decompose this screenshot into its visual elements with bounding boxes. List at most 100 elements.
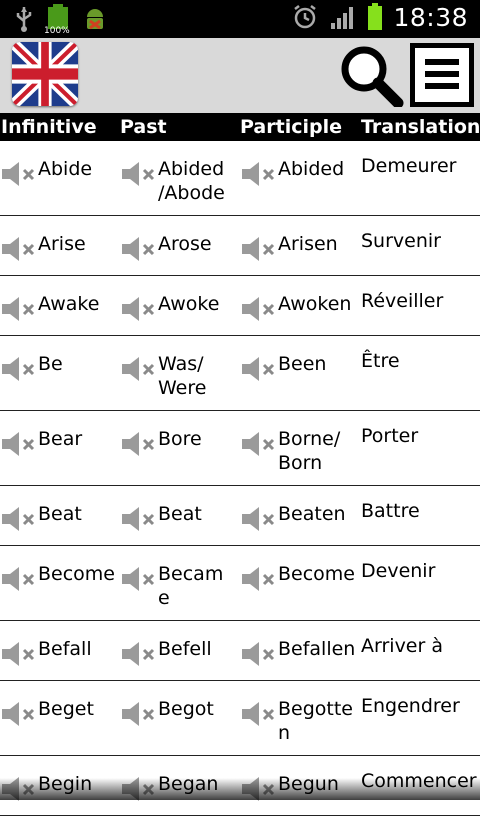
table-row[interactable]: Beget Begot Begotte n Engendrer (0, 681, 480, 756)
speaker-muted-icon[interactable] (240, 295, 276, 323)
past-text: Begot (158, 697, 214, 721)
speaker-muted-icon[interactable] (0, 295, 36, 323)
clock-time: 18:38 (393, 2, 468, 32)
table-row[interactable]: Awake Awoke Awoken Réveiller (0, 276, 480, 336)
participle-cell: Awoken (240, 292, 351, 323)
speaker-muted-icon[interactable] (240, 700, 276, 728)
infinitive-text: Awake (38, 292, 99, 316)
participle-text: Borne/Born (278, 427, 340, 475)
past-line: Arose (158, 233, 212, 255)
speaker-muted-icon[interactable] (120, 640, 156, 668)
past-line: Becam (158, 563, 224, 585)
past-text: Beat (158, 502, 202, 526)
infinitive-line: Beget (38, 698, 94, 720)
speaker-muted-icon[interactable] (240, 160, 276, 188)
participle-line: Awoken (278, 293, 352, 315)
translation-text: Porter (361, 425, 419, 447)
infinitive-text: Beget (38, 697, 94, 721)
speaker-muted-icon[interactable] (0, 640, 36, 668)
infinitive-line: Bear (38, 428, 83, 450)
battery-icon (367, 2, 383, 32)
speaker-muted-icon[interactable] (240, 505, 276, 533)
infinitive-line: Become (38, 563, 115, 585)
header-infinitive: Infinitive (1, 116, 97, 138)
translation-text: Battre (361, 500, 420, 522)
menu-button[interactable] (410, 43, 474, 107)
speaker-muted-icon[interactable] (0, 430, 36, 458)
infinitive-line: Begin (38, 773, 93, 795)
speaker-muted-icon[interactable] (120, 505, 156, 533)
search-icon (341, 46, 404, 109)
speaker-muted-icon[interactable] (0, 355, 36, 383)
speaker-muted-icon[interactable] (120, 295, 156, 323)
speaker-muted-icon[interactable] (0, 235, 36, 263)
table-row[interactable]: Abide Abided/Abode Abided Demeurer (0, 141, 480, 216)
column-header: Infinitive Past Participle Translation (0, 113, 480, 141)
infinitive-cell: Arise (0, 232, 86, 263)
speaker-muted-icon[interactable] (0, 565, 36, 593)
table-row[interactable]: Bear Bore Borne/Born Porter (0, 411, 480, 486)
speaker-muted-icon[interactable] (120, 430, 156, 458)
past-cell: Was/Were (120, 352, 206, 400)
speaker-muted-icon[interactable] (240, 640, 276, 668)
header-past: Past (120, 116, 167, 138)
infinitive-text: Begin (38, 772, 92, 796)
participle-text: Become (278, 562, 355, 586)
past-line: Befell (158, 638, 212, 660)
speaker-muted-icon[interactable] (240, 565, 276, 593)
participle-line: Been (278, 353, 327, 375)
speaker-muted-icon[interactable] (240, 430, 276, 458)
speaker-muted-icon[interactable] (120, 235, 156, 263)
infinitive-cell: Bear (0, 427, 82, 458)
participle-cell: Been (240, 352, 326, 383)
alarm-icon (294, 5, 317, 29)
header-participle: Participle (240, 116, 342, 138)
usb-icon (16, 7, 32, 32)
past-line: Beat (158, 503, 202, 525)
table-row[interactable]: Beat Beat Beaten Battre (0, 486, 480, 546)
participle-line: Befallen (278, 638, 356, 660)
participle-cell: Borne/Born (240, 427, 340, 475)
past-line: /Abode (158, 182, 225, 204)
status-left-icons: 100% (14, 4, 108, 36)
speaker-muted-icon[interactable] (0, 505, 36, 533)
uk-flag-icon[interactable] (12, 42, 78, 106)
table-row[interactable]: Befall Befell Befallen Arriver à (0, 621, 480, 681)
speaker-muted-icon[interactable] (240, 775, 276, 803)
past-line: Abided (158, 158, 225, 180)
infinitive-line: Awake (38, 293, 100, 315)
infinitive-cell: Abide (0, 157, 92, 188)
participle-line: Borne/ (278, 428, 341, 450)
participle-text: Awoken (278, 292, 351, 316)
speaker-muted-icon[interactable] (0, 700, 36, 728)
table-row[interactable]: Begin Began Begun Commencer (0, 756, 480, 816)
translation-text: Survenir (361, 230, 441, 252)
speaker-muted-icon[interactable] (0, 160, 36, 188)
speaker-muted-icon[interactable] (0, 775, 36, 803)
past-line: e (158, 587, 170, 609)
search-button[interactable] (338, 43, 404, 109)
participle-cell: Begotte n (240, 697, 353, 745)
infinitive-text: Bear (38, 427, 82, 451)
infinitive-cell: Begin (0, 772, 92, 803)
speaker-muted-icon[interactable] (240, 235, 276, 263)
table-row[interactable]: Arise Arose Arisen Survenir (0, 216, 480, 276)
speaker-muted-icon[interactable] (120, 355, 156, 383)
translation-text: Arriver à (361, 635, 443, 657)
speaker-muted-icon[interactable] (120, 775, 156, 803)
speaker-muted-icon[interactable] (240, 355, 276, 383)
speaker-muted-icon[interactable] (120, 700, 156, 728)
infinitive-text: Befall (38, 637, 92, 661)
verb-list: Abide Abided/Abode Abided Demeurer Arise Aros… (0, 141, 480, 816)
speaker-muted-icon[interactable] (120, 160, 156, 188)
past-cell: Abided/Abode (120, 157, 225, 205)
participle-cell: Beaten (240, 502, 346, 533)
table-row[interactable]: Be Was/Were Been Être (0, 336, 480, 411)
past-cell: Bore (120, 427, 202, 458)
past-cell: Arose (120, 232, 212, 263)
infinitive-cell: Beget (0, 697, 94, 728)
speaker-muted-icon[interactable] (120, 565, 156, 593)
table-row[interactable]: Become Becam e Become Devenir (0, 546, 480, 621)
translation-text: Réveiller (361, 290, 444, 312)
past-text: Bore (158, 427, 202, 451)
